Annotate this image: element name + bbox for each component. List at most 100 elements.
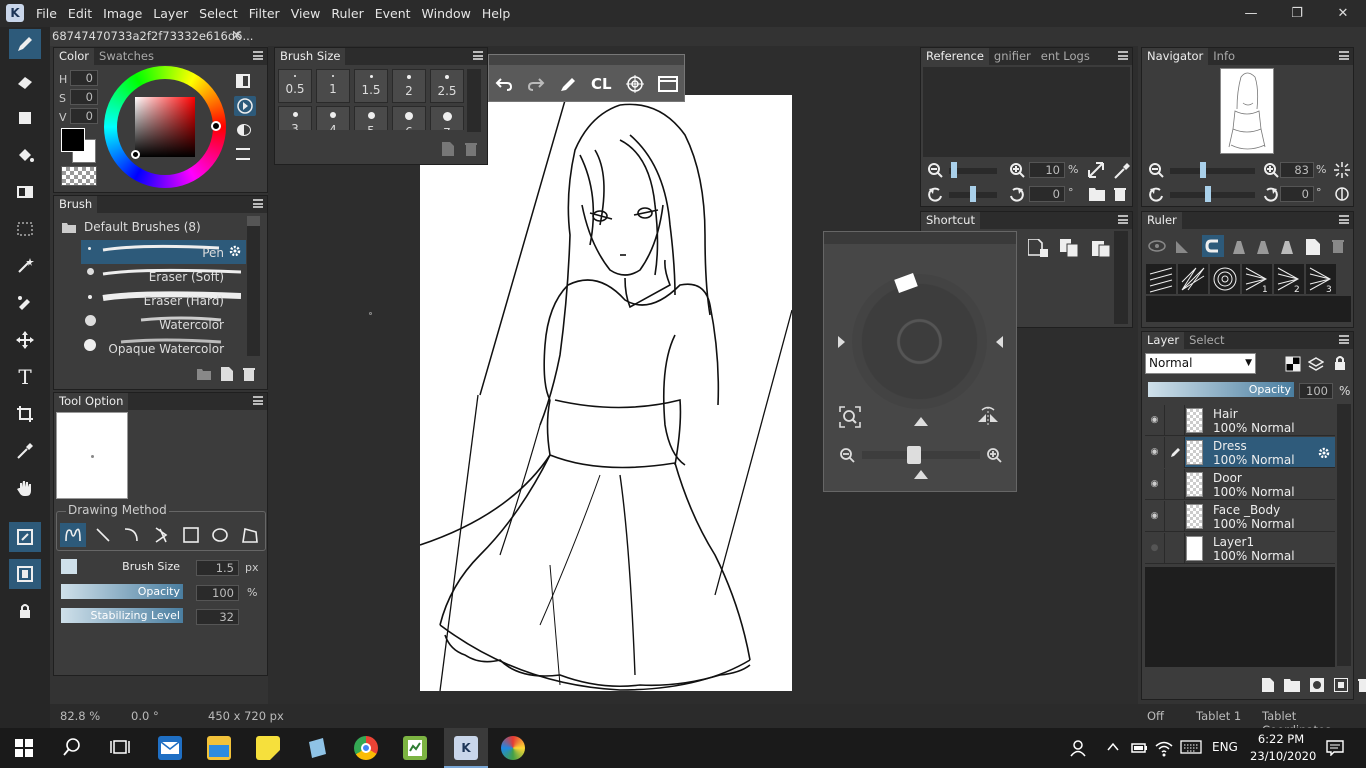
menu-image[interactable]: Image bbox=[103, 0, 142, 27]
navigator-rotate-field[interactable]: 0 bbox=[1280, 186, 1314, 202]
menu-window[interactable]: Window bbox=[422, 0, 471, 27]
parallel-lines-ruler[interactable] bbox=[1146, 264, 1176, 294]
brush-size-option[interactable]: 1 bbox=[316, 69, 350, 103]
brush-size-option[interactable]: 5 bbox=[354, 106, 388, 130]
spreadsheet-app-icon[interactable] bbox=[403, 736, 427, 760]
zoom-slider[interactable] bbox=[862, 446, 980, 464]
move-tool-button[interactable] bbox=[9, 325, 41, 355]
perspective-2-icon[interactable] bbox=[1255, 239, 1271, 255]
zoom-in-icon[interactable] bbox=[1009, 162, 1025, 178]
transparent-color-swatch[interactable] bbox=[61, 166, 97, 186]
eye-icon[interactable]: ◉ bbox=[1145, 501, 1165, 532]
trash-icon[interactable] bbox=[1332, 239, 1344, 253]
hand-tool-button[interactable] bbox=[9, 473, 41, 503]
battery-icon[interactable] bbox=[1130, 739, 1148, 757]
select-tool-button[interactable] bbox=[9, 214, 41, 244]
language-indicator[interactable]: ENG bbox=[1212, 740, 1238, 754]
navigator-thumbnail[interactable] bbox=[1220, 68, 1274, 154]
polygon-method-icon[interactable] bbox=[241, 526, 259, 544]
drawing-canvas[interactable] bbox=[420, 95, 792, 691]
eye-icon[interactable]: ● bbox=[1145, 533, 1165, 564]
tab-swatches[interactable]: Swatches bbox=[94, 48, 159, 65]
hue-handle[interactable] bbox=[211, 121, 221, 131]
actual-size-icon[interactable] bbox=[1333, 161, 1351, 179]
brush-size-option[interactable]: 1.5 bbox=[354, 69, 388, 103]
brush-item-eraser-hard[interactable]: Eraser (Hard) bbox=[81, 288, 246, 312]
panel-menu-icon[interactable] bbox=[1339, 51, 1349, 60]
brush-size-slider[interactable]: Brush Size bbox=[61, 559, 183, 574]
rotation-dial[interactable] bbox=[852, 274, 987, 409]
rotate-left-icon[interactable] bbox=[1148, 186, 1164, 202]
tablet-hand-toggle-button[interactable] bbox=[9, 559, 41, 589]
clock[interactable]: 6:22 PM 23/10/2020 bbox=[1250, 731, 1316, 765]
gradient-tool-button[interactable] bbox=[9, 177, 41, 207]
concentric-ruler[interactable] bbox=[1210, 264, 1240, 294]
stabilizing-slider[interactable]: Stabilizing Level bbox=[61, 608, 183, 623]
ellipse-method-icon[interactable] bbox=[211, 526, 229, 544]
brush-item-pen[interactable]: Pen bbox=[81, 240, 246, 264]
perspective-1-icon[interactable] bbox=[1231, 239, 1247, 255]
rotate-right-icon[interactable] bbox=[1009, 186, 1025, 202]
perspective-ruler-1[interactable]: 1 bbox=[1242, 264, 1272, 295]
lock-icon[interactable] bbox=[1333, 355, 1347, 371]
layer-row-dress[interactable]: ◉ Dress 100% Normal bbox=[1145, 437, 1335, 468]
fit-icon[interactable] bbox=[1087, 161, 1105, 179]
panel-menu-icon[interactable] bbox=[1339, 215, 1349, 224]
freehand-method-button[interactable] bbox=[60, 523, 86, 547]
eye-icon[interactable] bbox=[1148, 239, 1166, 253]
people-icon[interactable] bbox=[1070, 739, 1088, 757]
flip-horizontal-icon[interactable] bbox=[976, 406, 1000, 428]
task-view-icon[interactable] bbox=[110, 738, 130, 756]
close-button[interactable]: ✕ bbox=[1320, 2, 1366, 26]
reference-zoom-field[interactable]: 10 bbox=[1029, 162, 1065, 178]
mail-app-icon[interactable] bbox=[158, 736, 182, 760]
brush-size-scrollbar[interactable] bbox=[467, 69, 481, 132]
polyline-method-icon[interactable] bbox=[152, 526, 170, 544]
layer-scrollbar[interactable] bbox=[1337, 404, 1351, 666]
color-blend-icon[interactable] bbox=[237, 124, 251, 136]
brush-size-option[interactable]: 3 bbox=[278, 106, 312, 130]
crop-tool-button[interactable] bbox=[9, 399, 41, 429]
brush-group-header[interactable]: Default Brushes (8) bbox=[62, 218, 201, 236]
eyedropper-tool-button[interactable] bbox=[9, 436, 41, 466]
brush-size-option[interactable]: 2.5 bbox=[430, 69, 464, 103]
brush-size-option[interactable]: 7 bbox=[430, 106, 464, 130]
stabilizing-field[interactable]: 32 bbox=[196, 609, 239, 625]
layer-row-hair[interactable]: ◉ Hair 100% Normal bbox=[1145, 405, 1335, 436]
color-play-icon[interactable] bbox=[234, 96, 256, 116]
document-tab[interactable]: 68747470733a2f2f73332e616d6... bbox=[50, 27, 253, 46]
notification-icon[interactable] bbox=[1326, 740, 1344, 756]
scroll-up-icon[interactable] bbox=[913, 415, 929, 427]
eye-icon[interactable]: ◉ bbox=[1145, 437, 1165, 468]
paint-app-icon[interactable] bbox=[501, 736, 525, 760]
layer-style-icon[interactable] bbox=[1334, 678, 1348, 692]
folder-icon[interactable] bbox=[197, 368, 211, 380]
reference-view[interactable] bbox=[923, 67, 1130, 157]
layer-stack-icon[interactable] bbox=[1308, 357, 1324, 371]
zoom-fit-icon[interactable] bbox=[839, 406, 861, 428]
new-brush-icon[interactable] bbox=[221, 367, 233, 381]
zoom-out-icon[interactable] bbox=[1148, 162, 1164, 178]
restore-button[interactable]: ❐ bbox=[1274, 2, 1320, 26]
eye-icon[interactable]: ◉ bbox=[1145, 469, 1165, 500]
scroll-left-icon[interactable] bbox=[836, 335, 846, 349]
navigator-zoom-slider[interactable] bbox=[1170, 162, 1255, 178]
opacity-field[interactable]: 100 bbox=[196, 585, 239, 601]
panel-menu-icon[interactable] bbox=[473, 51, 483, 60]
trash-icon[interactable] bbox=[1114, 187, 1126, 201]
redo-icon[interactable] bbox=[527, 76, 545, 92]
brush-item-eraser-soft[interactable]: Eraser (Soft) bbox=[81, 264, 246, 288]
menu-filter[interactable]: Filter bbox=[249, 0, 280, 27]
opacity-slider[interactable]: Opacity bbox=[61, 584, 183, 599]
new-size-icon[interactable] bbox=[442, 142, 454, 156]
tab-select[interactable]: Select bbox=[1184, 332, 1229, 349]
photos-app-icon[interactable] bbox=[305, 736, 329, 760]
select-pen-tool-button[interactable] bbox=[9, 288, 41, 318]
scroll-down-icon[interactable] bbox=[913, 468, 929, 480]
brush-size-option[interactable]: 2 bbox=[392, 69, 426, 103]
color-menu-icon[interactable] bbox=[236, 148, 250, 160]
perspective-ruler-2[interactable]: 2 bbox=[1274, 264, 1304, 295]
layer-mask-icon[interactable] bbox=[1310, 678, 1324, 692]
target-icon[interactable] bbox=[625, 75, 644, 93]
snap-ruler-button[interactable] bbox=[1202, 235, 1224, 257]
